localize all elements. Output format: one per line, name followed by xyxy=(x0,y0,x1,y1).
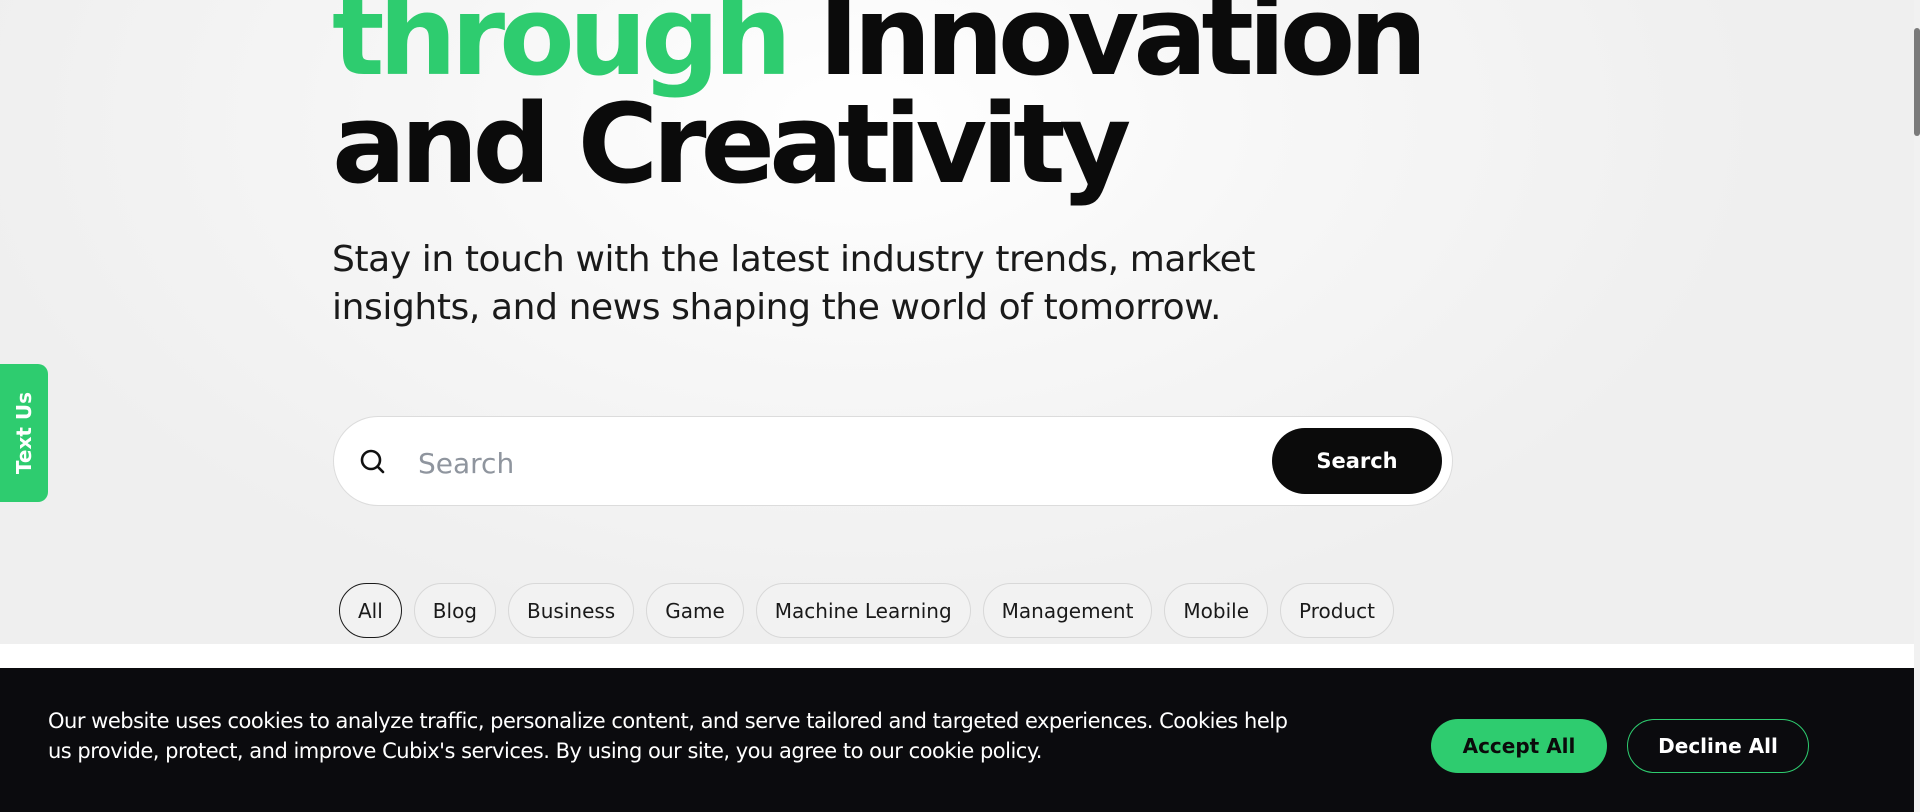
filter-chip-mobile[interactable]: Mobile xyxy=(1164,583,1269,638)
section-divider xyxy=(0,644,1914,668)
search-button[interactable]: Search xyxy=(1272,428,1442,494)
hero-section: through Innovation and Creativity Stay in… xyxy=(0,0,1914,644)
cookie-text: Our website uses cookies to analyze traf… xyxy=(48,709,1288,763)
hero-headline: through Innovation and Creativity xyxy=(332,0,1428,199)
hero-subtitle: Stay in touch with the latest industry t… xyxy=(332,239,1256,328)
filter-chip-blog[interactable]: Blog xyxy=(413,583,497,638)
text-us-label: Text Us xyxy=(12,391,36,475)
search-bar: Search xyxy=(333,416,1453,506)
filter-chip-business[interactable]: Business xyxy=(508,583,635,638)
search-icon xyxy=(360,449,385,474)
scrollbar-thumb[interactable] xyxy=(1914,28,1920,136)
cookie-banner: Our website uses cookies to analyze traf… xyxy=(0,668,1914,812)
filter-chip-all[interactable]: All xyxy=(339,583,402,638)
category-filters: All Blog Business Game Machine Learning Manag… xyxy=(339,583,1394,638)
decline-all-button[interactable]: Decline All xyxy=(1627,719,1809,773)
filter-chip-machine-learning[interactable]: Machine Learning xyxy=(755,583,971,638)
scrollbar[interactable] xyxy=(1914,0,1920,812)
headline-line2: and Creativity xyxy=(332,80,1131,208)
filter-chip-game[interactable]: Game xyxy=(646,583,744,638)
text-us-tab[interactable]: Text Us xyxy=(0,364,48,502)
accept-all-button[interactable]: Accept All xyxy=(1431,719,1607,773)
filter-chip-product[interactable]: Product xyxy=(1280,583,1394,638)
search-input[interactable] xyxy=(416,437,1320,489)
filter-chip-management[interactable]: Management xyxy=(982,583,1153,638)
